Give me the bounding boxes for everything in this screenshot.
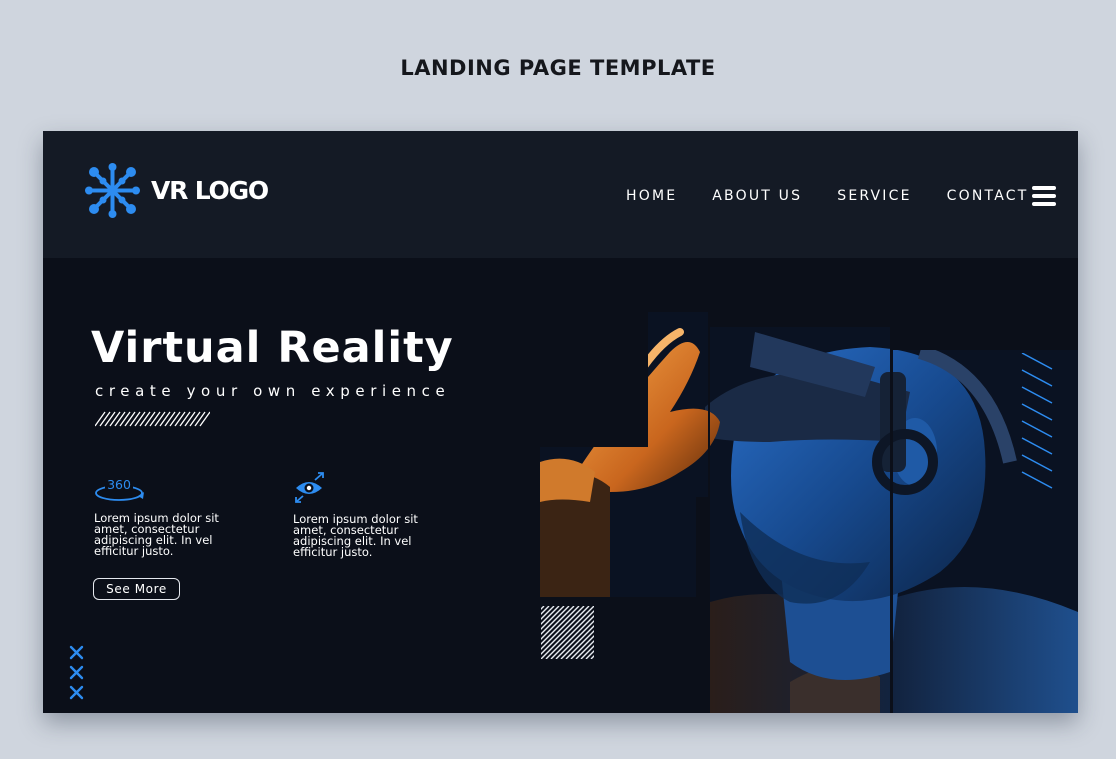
hamburger-menu-icon[interactable] [1032, 186, 1056, 208]
diagonal-lines-decoration [1021, 353, 1053, 489]
feature-vr-eye: Lorem ipsum dolor sit amet, consectetur … [293, 471, 443, 558]
feature-360: 360 Lorem ipsum dolor sit amet, consecte… [94, 476, 244, 557]
page-caption: LANDING PAGE TEMPLATE [400, 56, 716, 80]
vr-logo-icon [85, 163, 140, 218]
diagonal-stripes-decoration [95, 411, 210, 427]
nav-home[interactable]: HOME [626, 188, 677, 204]
feature-description: Lorem ipsum dolor sit amet, consectetur … [94, 511, 219, 558]
hero-title: Virtual Reality [91, 323, 454, 373]
hero-subtitle: create your own experience [95, 382, 451, 400]
nav-contact[interactable]: CONTACT [947, 188, 1029, 204]
vr-user-photo [540, 312, 1078, 713]
main-nav: HOME ABOUT US SERVICE CONTACT [626, 188, 1063, 204]
nav-about-us[interactable]: ABOUT US [712, 188, 802, 204]
logo[interactable]: VR LOGO [85, 163, 269, 218]
hatched-square-decoration [541, 606, 594, 659]
see-more-button[interactable]: See More [93, 578, 180, 600]
site-header: VR LOGO HOME ABOUT US SERVICE CONTACT [43, 131, 1078, 258]
feature-description: Lorem ipsum dolor sit amet, consectetur … [293, 512, 418, 559]
logo-text: VR LOGO [151, 176, 269, 205]
360-icon-label: 360 [107, 477, 131, 492]
landing-page-frame: VR LOGO HOME ABOUT US SERVICE CONTACT Vi… [43, 131, 1078, 713]
x-marks-decoration [69, 645, 84, 700]
nav-service[interactable]: SERVICE [837, 188, 911, 204]
vr-eye-icon [295, 472, 324, 503]
360-view-icon: 360 [95, 477, 144, 501]
